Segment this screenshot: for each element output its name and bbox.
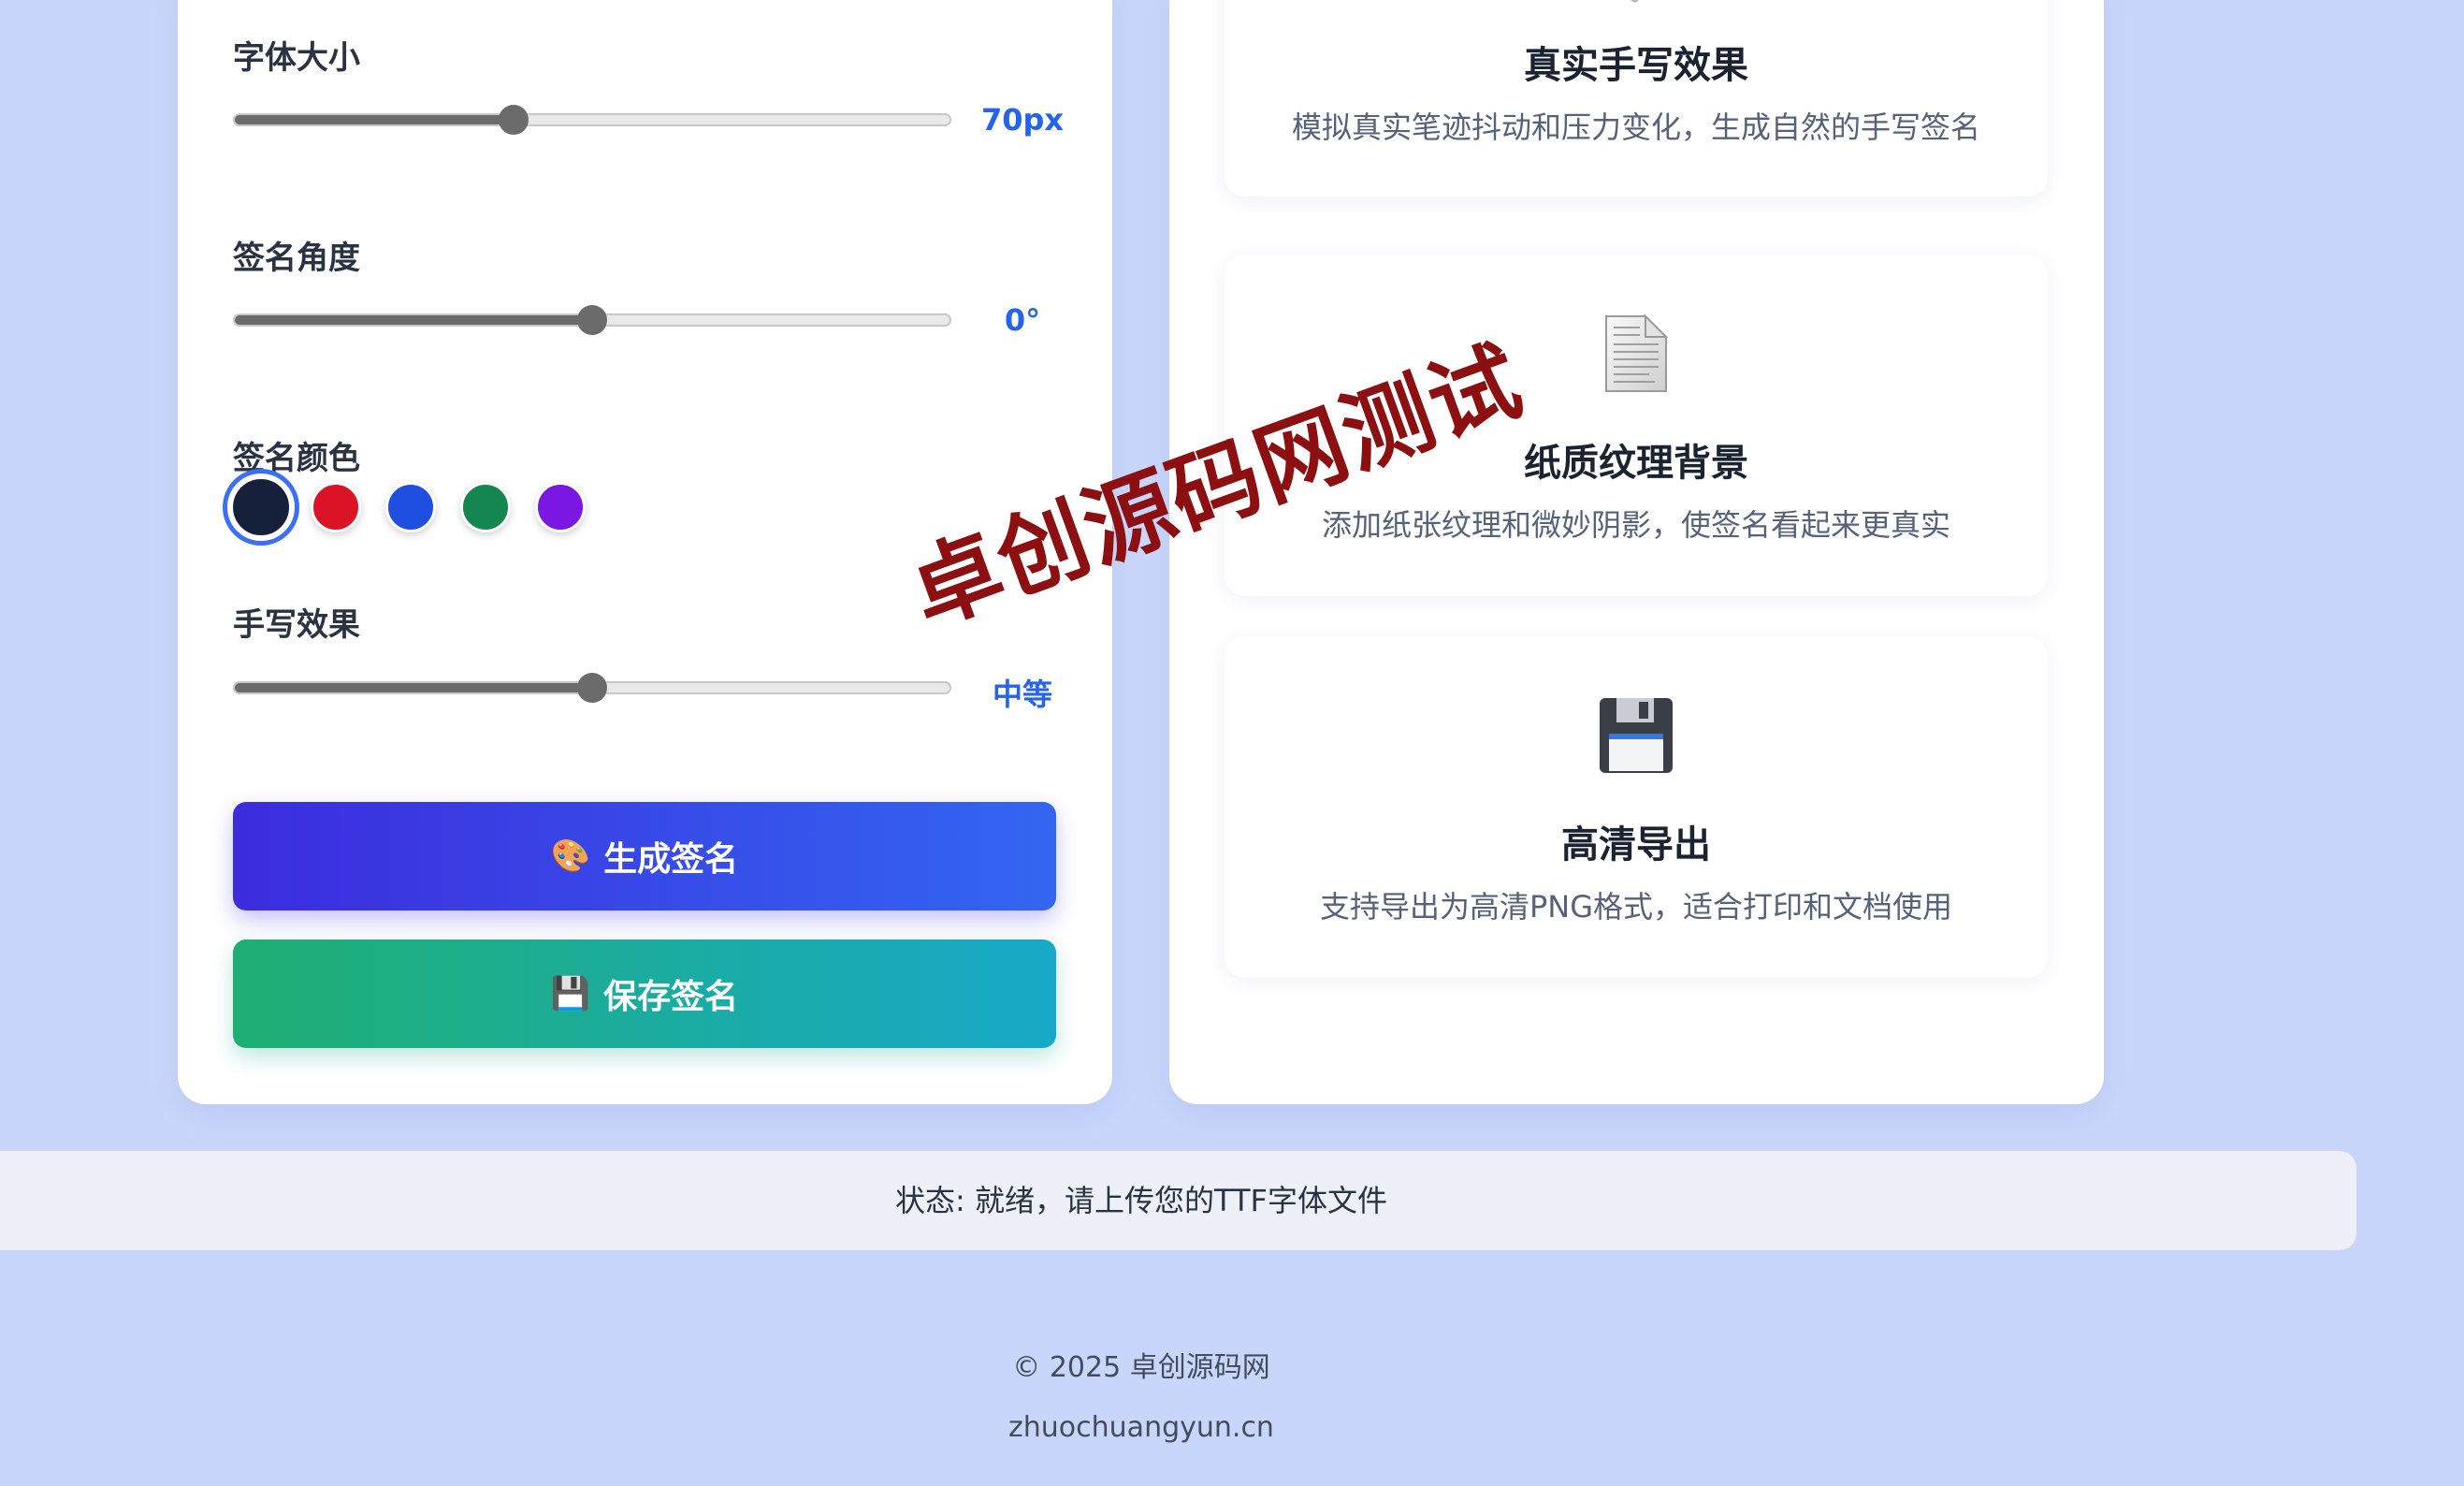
footer-domain: zhuochuangyun.cn: [1008, 1411, 1274, 1444]
save-signature-button[interactable]: 💾 保存签名: [233, 940, 1056, 1048]
color-swatch[interactable]: [460, 482, 511, 532]
document-icon: [1602, 313, 1670, 393]
floppy-disk-icon: [1598, 696, 1674, 775]
color-swatch[interactable]: [385, 482, 436, 532]
feature-title: 高清导出: [1561, 823, 1711, 867]
font-size-value: 70px: [980, 102, 1065, 138]
feature-desc: 添加纸张纹理和微妙阴影，使签名看起来更真实: [1321, 507, 1950, 543]
footer-copyright: © 2025 卓创源码网: [1012, 1351, 1270, 1384]
features-panel: 真实手写效果 模拟真实笔迹抖动和压力变化，生成自然的手写签名 纸质纹理背景 添加…: [1169, 0, 2104, 1104]
color-swatch[interactable]: [535, 482, 586, 532]
angle-slider-fill: [235, 315, 592, 325]
font-size-slider-thumb[interactable]: [498, 105, 529, 135]
feature-desc: 模拟真实笔迹抖动和压力变化，生成自然的手写签名: [1291, 109, 1980, 145]
save-signature-label: 保存签名: [603, 978, 739, 1016]
color-label: 签名颜色: [233, 440, 360, 477]
handwriting-value: 中等: [992, 677, 1052, 712]
handwriting-slider-fill: [235, 683, 592, 692]
handwriting-slider[interactable]: [233, 673, 951, 703]
color-swatch[interactable]: [227, 473, 295, 541]
status-bar: 状态: 就绪，请上传您的TTF字体文件: [0, 1151, 2356, 1250]
angle-slider[interactable]: [233, 305, 951, 335]
floppy-disk-icon: 💾: [550, 975, 591, 1013]
handwriting-slider-thumb[interactable]: [577, 673, 607, 703]
feature-card-export: 高清导出 支持导出为高清PNG格式，适合打印和文档使用: [1225, 636, 2048, 978]
status-text: 状态: 就绪，请上传您的TTF字体文件: [895, 1183, 1387, 1218]
font-size-slider-fill: [235, 115, 514, 124]
pen-icon: [1617, 0, 1655, 6]
palette-icon: 🎨: [550, 838, 591, 875]
angle-slider-thumb[interactable]: [577, 305, 607, 335]
angle-label: 签名角度: [233, 240, 360, 277]
generate-signature-label: 生成签名: [603, 840, 739, 879]
feature-desc: 支持导出为高清PNG格式，适合打印和文档使用: [1319, 889, 1953, 925]
handwriting-label: 手写效果: [233, 606, 360, 644]
generate-signature-button[interactable]: 🎨 生成签名: [233, 802, 1056, 911]
angle-value: 0°: [1004, 302, 1041, 338]
feature-title: 真实手写效果: [1524, 44, 1748, 87]
feature-card-handwriting: 真实手写效果 模拟真实笔迹抖动和压力变化，生成自然的手写签名: [1225, 0, 2048, 197]
color-swatch[interactable]: [311, 482, 361, 532]
font-size-slider[interactable]: [233, 105, 951, 135]
font-size-label: 字体大小: [233, 39, 360, 77]
